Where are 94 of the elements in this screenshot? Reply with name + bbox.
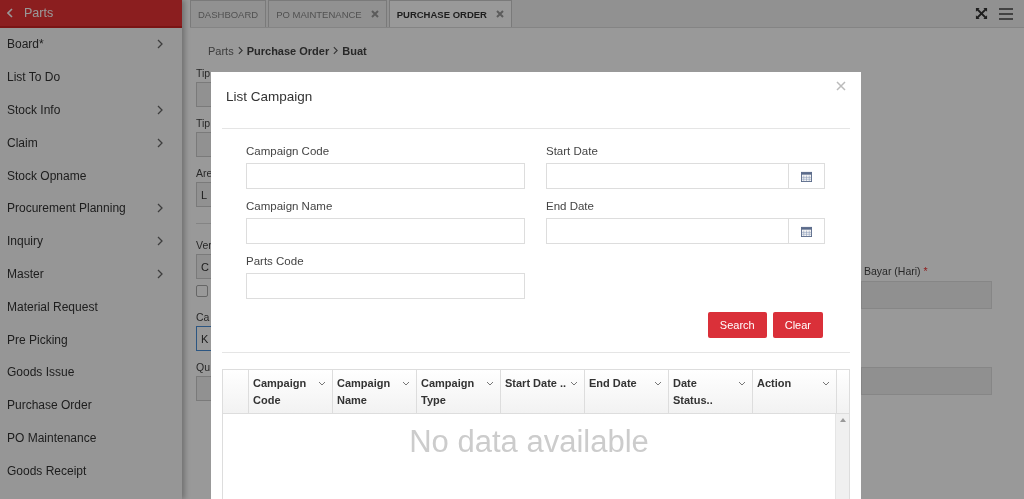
input-field[interactable]: K	[196, 326, 211, 351]
sidebar-header[interactable]: Parts	[0, 0, 182, 28]
sidebar-item[interactable]: Claim	[0, 126, 182, 160]
close-icon[interactable]	[495, 10, 504, 18]
sidebar-item[interactable]: PO Maintenance	[0, 421, 182, 455]
field-label: End Date	[546, 200, 595, 212]
sidebar-item-label: Material Request	[7, 299, 98, 314]
input-field[interactable]	[196, 82, 211, 107]
input-field[interactable]: L	[196, 182, 211, 207]
caret-icon	[402, 381, 410, 386]
field-label: Campaign Code	[246, 145, 331, 157]
column-header[interactable]: Start Date ..	[501, 370, 585, 413]
column-header[interactable]: Campaign Code	[249, 370, 333, 413]
column-header[interactable]: Date Status..	[669, 370, 753, 413]
sidebar-item[interactable]: Board*	[0, 28, 182, 61]
close-icon[interactable]	[836, 81, 846, 91]
column-header[interactable]: Action	[753, 370, 837, 413]
input-field[interactable]	[196, 132, 211, 157]
calendar-button[interactable]	[789, 218, 825, 244]
field-value: C	[201, 260, 209, 273]
column-header[interactable]: Campaign Name	[333, 370, 417, 413]
search-button[interactable]: Search	[707, 312, 767, 338]
field-label: Parts Code	[246, 255, 305, 267]
field-label: Campaign Name	[246, 200, 334, 212]
sidebar-item[interactable]: Purchase Order	[0, 388, 182, 422]
sidebar-item[interactable]: Procurement Planning	[0, 192, 182, 225]
sidebar-item-label: Master	[7, 266, 44, 281]
sidebar-title: Parts	[24, 6, 54, 20]
calendar-icon	[801, 225, 812, 237]
field-label: Qu	[196, 361, 211, 374]
input-field[interactable]	[861, 281, 992, 309]
sidebar-item[interactable]: Material Request	[0, 290, 182, 324]
input-field[interactable]	[246, 163, 525, 189]
field-label: Ca	[196, 311, 211, 324]
sidebar-item-label: Goods Issue	[7, 365, 75, 380]
input-field[interactable]	[861, 367, 992, 395]
field-label: Ver	[196, 239, 211, 252]
date-field[interactable]	[546, 218, 789, 244]
sidebar-item-label: Board*	[7, 37, 44, 52]
breadcrumb-item: Buat	[342, 44, 367, 57]
back-icon	[7, 8, 13, 18]
sidebar-item[interactable]: Pre Picking	[0, 323, 182, 356]
field-value: K	[201, 332, 209, 345]
chevron-right-icon	[237, 46, 243, 55]
field-label: Start Date	[546, 145, 599, 157]
caret-icon	[822, 381, 830, 386]
sidebar-item[interactable]: Stock Info	[0, 93, 182, 127]
fullscreen-icon[interactable]	[975, 7, 988, 20]
modal-title: List Campaign	[226, 88, 313, 104]
sidebar-item-label: Stock Opname	[7, 168, 87, 183]
caret-icon	[654, 381, 662, 386]
sidebar-item-label: Procurement Planning	[7, 201, 126, 216]
caret-icon	[570, 381, 578, 386]
caret-icon	[318, 381, 326, 386]
sidebar-item[interactable]: List To Do	[0, 60, 182, 94]
column-header[interactable]: Campaign Type	[417, 370, 501, 413]
sidebar-item[interactable]: Goods Receipt	[0, 454, 182, 488]
sidebar-item[interactable]: Master	[0, 257, 182, 291]
calendar-button[interactable]	[789, 163, 825, 189]
sidebar-item-label: Stock Info	[7, 103, 61, 117]
date-field[interactable]	[546, 163, 789, 189]
field-label: Tip	[196, 67, 211, 80]
sidebar-item[interactable]: Goods Issue	[0, 355, 182, 389]
menu-icon[interactable]	[999, 7, 1013, 20]
tab[interactable]: PURCHASE ORDER	[388, 0, 512, 27]
sidebar-item[interactable]: Inquiry	[0, 224, 182, 258]
breadcrumb-item[interactable]: Purchase Order	[246, 44, 330, 57]
input-field[interactable]	[246, 218, 525, 244]
field-label: Bayar (Hari) *	[864, 265, 929, 277]
sidebar-item-label: PO Maintenance	[7, 430, 97, 445]
input-field[interactable]	[196, 376, 211, 401]
field-label: Are	[196, 167, 211, 180]
input-field[interactable]: C	[196, 254, 211, 279]
sidebar-item-label: Pre Picking	[7, 332, 68, 347]
input-field[interactable]	[246, 273, 525, 299]
chevron-right-icon	[333, 46, 339, 55]
sidebar-item-label: List To Do	[7, 70, 61, 85]
field-value: L	[201, 188, 208, 201]
field-label: Tip	[196, 117, 211, 130]
sidebar-item[interactable]: Stock Opname	[0, 159, 182, 192]
breadcrumb-item[interactable]: Parts	[208, 44, 234, 57]
clear-button[interactable]: Clear	[772, 312, 823, 338]
close-icon[interactable]	[370, 10, 379, 18]
sidebar-item-label: Purchase Order	[7, 398, 92, 413]
column-header[interactable]: End Date	[585, 370, 669, 413]
scrollbar[interactable]	[835, 414, 849, 499]
sidebar-item-label: Inquiry	[7, 234, 44, 249]
sidebar-item-label: Goods Receipt	[7, 463, 87, 478]
caret-icon	[486, 381, 494, 386]
caret-icon	[738, 381, 746, 386]
calendar-icon	[801, 170, 812, 182]
sidebar-item-label: Claim	[7, 135, 38, 150]
scroll-up-icon[interactable]	[839, 418, 846, 422]
checkbox[interactable]	[196, 285, 208, 297]
